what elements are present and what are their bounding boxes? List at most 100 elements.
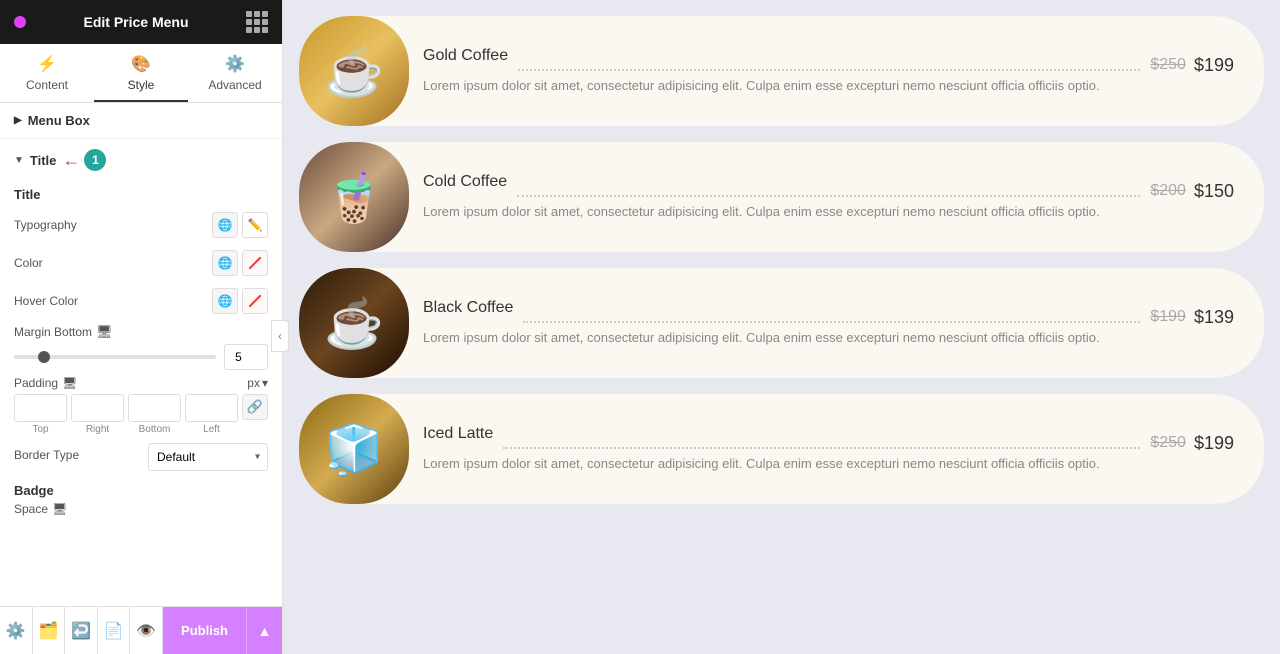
typography-controls: 🌐 ✏️ (212, 212, 268, 238)
px-selector[interactable]: px ▾ (247, 376, 268, 390)
menu-item-iced-latte: 🧊 Iced Latte $250 $199 Lorem ipsum dolor… (299, 394, 1264, 504)
padding-top-wrap: Top (14, 394, 67, 435)
coffee-emoji-iced-latte: 🧊 (299, 394, 409, 504)
space-label: Space 🖥 (14, 502, 268, 516)
toolbar-layers-btn[interactable]: 🗂️ (33, 607, 66, 654)
menu-box-label: Menu Box (28, 113, 90, 128)
color-globe-btn[interactable]: 🌐 (212, 250, 238, 276)
padding-inputs: Top Right Bottom Left 🔗 (14, 394, 268, 435)
menu-item-title-black-coffee: Black Coffee (423, 299, 513, 317)
title-chevron: ▼ (14, 155, 24, 166)
tab-advanced-label: Advanced (208, 78, 261, 92)
coffee-emoji-cold-coffee: 🧋 (299, 142, 409, 252)
menu-item-title-iced-latte: Iced Latte (423, 425, 493, 443)
tab-advanced[interactable]: ⚙️ Advanced (188, 44, 282, 102)
menu-item-black-coffee: ☕ Black Coffee $199 $139 Lorem ipsum dol… (299, 268, 1264, 378)
color-slash-btn[interactable]: X (242, 250, 268, 276)
menu-item-img-cold-coffee: 🧋 (299, 142, 409, 252)
menu-item-top-iced-latte: Iced Latte $250 $199 (423, 425, 1254, 454)
dotted-line-iced-latte (503, 447, 1140, 449)
tab-content[interactable]: ⚡ Content (0, 44, 94, 102)
toolbar-preview-btn[interactable]: 👁️ (130, 607, 163, 654)
typography-globe-btn[interactable]: 🌐 (212, 212, 238, 238)
step-badge: 1 (84, 149, 106, 171)
toolbar-history-btn[interactable]: ↩️ (65, 607, 98, 654)
arrow-badge: ← 1 (62, 149, 106, 171)
margin-bottom-monitor-icon: 🖥 (96, 324, 113, 340)
bottom-toolbar: ⚙️ 🗂️ ↩️ 📄 👁️ Publish ▲ (0, 606, 282, 654)
padding-top-input[interactable] (14, 394, 67, 422)
advanced-tab-icon: ⚙️ (225, 54, 245, 74)
px-label: px (247, 376, 260, 390)
grid-icon[interactable] (246, 11, 268, 33)
hover-color-globe-btn[interactable]: 🌐 (212, 288, 238, 314)
publish-button[interactable]: Publish (163, 607, 246, 654)
typography-row: Typography 🌐 ✏️ (0, 206, 282, 244)
tab-style-label: Style (128, 78, 155, 92)
menu-items-container: ☕ Gold Coffee $250 $199 Lorem ipsum dolo… (299, 16, 1264, 504)
menu-item-img-black-coffee: ☕ (299, 268, 409, 378)
red-arrow-icon: ← (62, 150, 80, 171)
panel-content: ▶ Menu Box ▼ Title ← 1 Title Typography (0, 103, 282, 606)
collapse-panel-btn[interactable]: ‹ (271, 320, 289, 352)
menu-item-title-gold-coffee: Gold Coffee (423, 47, 508, 65)
color-row: Color 🌐 X (0, 244, 282, 282)
coffee-emoji-black-coffee: ☕ (299, 268, 409, 378)
price-new-gold-coffee: $199 (1194, 55, 1234, 76)
color-slash-icon: X (251, 256, 259, 270)
padding-right-wrap: Right (71, 394, 124, 435)
menu-item-cold-coffee: 🧋 Cold Coffee $200 $150 Lorem ipsum dolo… (299, 142, 1264, 252)
margin-bottom-input[interactable]: 5 (224, 344, 268, 370)
price-old-black-coffee: $199 (1150, 308, 1186, 326)
typography-edit-btn[interactable]: ✏️ (242, 212, 268, 238)
publish-expand-btn[interactable]: ▲ (246, 607, 282, 654)
padding-monitor-icon: 🖥 (62, 376, 77, 390)
tab-bar: ⚡ Content 🎨 Style ⚙️ Advanced (0, 44, 282, 103)
dotted-line-black-coffee (523, 321, 1140, 323)
menu-item-prices-cold-coffee: $200 $150 (1150, 173, 1254, 202)
color-controls: 🌐 X (212, 250, 268, 276)
menu-item-desc-iced-latte: Lorem ipsum dolor sit amet, consectetur … (423, 454, 1254, 474)
pencil-icon: ✏️ (248, 218, 263, 232)
app-dot (14, 16, 26, 28)
menu-item-prices-black-coffee: $199 $139 (1150, 299, 1254, 328)
price-old-gold-coffee: $250 (1150, 56, 1186, 74)
padding-left-input[interactable] (185, 394, 238, 422)
padding-right-label: Right (86, 424, 109, 435)
price-new-black-coffee: $139 (1194, 307, 1234, 328)
content-tab-icon: ⚡ (37, 54, 57, 74)
menu-item-img-gold-coffee: ☕ (299, 16, 409, 126)
margin-bottom-row: Margin Bottom 🖥 5 (0, 320, 282, 372)
padding-bottom-input[interactable] (128, 394, 181, 422)
toolbar-settings-btn[interactable]: ⚙️ (0, 607, 33, 654)
toolbar-template-btn[interactable]: 📄 (98, 607, 131, 654)
price-old-cold-coffee: $200 (1150, 182, 1186, 200)
title-section[interactable]: ▼ Title ← 1 (0, 138, 282, 181)
padding-right-input[interactable] (71, 394, 124, 422)
px-chevron: ▾ (262, 376, 268, 390)
menu-item-prices-iced-latte: $250 $199 (1150, 425, 1254, 454)
dotted-line-gold-coffee (518, 69, 1140, 71)
border-type-label: Border Type (14, 448, 79, 462)
menu-item-top-cold-coffee: Cold Coffee $200 $150 (423, 173, 1254, 202)
border-type-row: Border Type Default None Solid Dashed ▾ (0, 439, 282, 477)
title-subsection-label: Title (0, 181, 282, 206)
hover-slash-icon: X (251, 294, 259, 308)
padding-bottom-label: Bottom (139, 424, 171, 435)
menu-item-top-black-coffee: Black Coffee $199 $139 (423, 299, 1254, 328)
tab-style[interactable]: 🎨 Style (94, 44, 188, 102)
price-new-iced-latte: $199 (1194, 433, 1234, 454)
padding-label: Padding 🖥 (14, 376, 77, 390)
menu-item-body-iced-latte: Iced Latte $250 $199 Lorem ipsum dolor s… (409, 411, 1264, 488)
menu-box-section[interactable]: ▶ Menu Box (0, 103, 282, 138)
hover-color-row: Hover Color 🌐 X (0, 282, 282, 320)
padding-link-btn[interactable]: 🔗 (242, 394, 268, 420)
hover-color-slash-btn[interactable]: X (242, 288, 268, 314)
margin-bottom-label: Margin Bottom (14, 325, 92, 339)
price-new-cold-coffee: $150 (1194, 181, 1234, 202)
border-select-wrap: Default None Solid Dashed ▾ (148, 443, 268, 471)
menu-item-body-cold-coffee: Cold Coffee $200 $150 Lorem ipsum dolor … (409, 159, 1264, 236)
margin-bottom-slider[interactable] (14, 355, 216, 359)
padding-row: Padding 🖥 px ▾ Top Right (0, 372, 282, 439)
border-type-select[interactable]: Default None Solid Dashed (148, 443, 268, 471)
